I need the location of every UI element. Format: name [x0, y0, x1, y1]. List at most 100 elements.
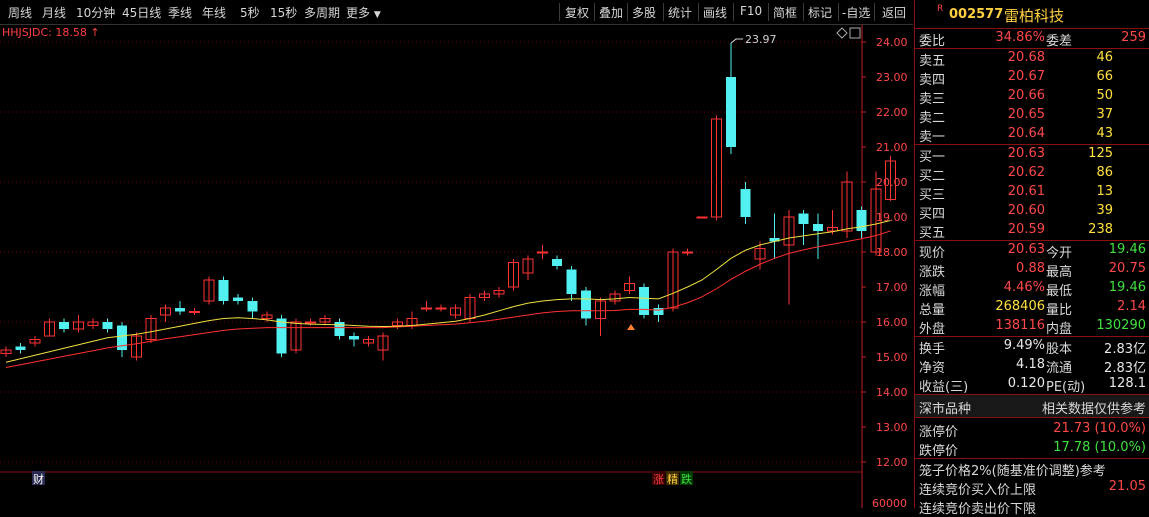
candle-down[interactable]	[581, 290, 591, 319]
limit-down-value: 17.78 (10.0%)	[1053, 440, 1146, 455]
candle-up[interactable]	[682, 251, 693, 254]
adjust-rights-button[interactable]: 复权	[565, 4, 589, 21]
sell-orders: 卖五 20.68 46 卖四 20.67 66 卖三 20.66 50 卖二 20.65 37 卖一 20…	[915, 49, 1149, 145]
indicator-label: HHJSJDC: 18.58 ↑	[2, 26, 100, 39]
candle-down[interactable]	[349, 336, 359, 340]
stat-value: 0.88	[1016, 261, 1045, 276]
candle-down[interactable]	[552, 259, 562, 266]
multi-stock-button[interactable]: 多股	[632, 4, 656, 21]
back-button[interactable]: 返回	[882, 4, 906, 21]
fund-label: 净资	[919, 361, 946, 376]
candle-up[interactable]	[537, 251, 548, 254]
event-cai-marker[interactable]: 财	[33, 472, 44, 486]
multi-period-button[interactable]: 多周期	[304, 4, 340, 21]
simple-frame-button[interactable]: 简框	[773, 4, 797, 21]
period-year[interactable]: 年线	[202, 4, 226, 21]
sell-row[interactable]: 卖三 20.66 50	[915, 87, 1149, 107]
watchlist-button[interactable]: -自选	[842, 4, 870, 21]
diamond-icon[interactable]	[836, 27, 848, 39]
period-monthly[interactable]: 月线	[42, 4, 66, 21]
stat-label: 总量	[919, 303, 946, 318]
stat-row: 现价 20.63 今开 19.46	[915, 241, 1149, 261]
candle-down[interactable]	[218, 280, 229, 301]
sell-row[interactable]: 卖五 20.68 46	[915, 49, 1149, 69]
candle-down[interactable]	[102, 322, 113, 329]
buy-row[interactable]: 买一 20.63 125	[915, 145, 1149, 165]
order-level-label: 卖一	[919, 130, 946, 145]
panel-toggle-icon[interactable]	[849, 27, 861, 39]
candle-up[interactable]	[435, 307, 447, 310]
stock-name[interactable]: 雷柏科技	[1004, 5, 1064, 26]
buy-row[interactable]: 买三 20.61 13	[915, 183, 1149, 203]
price-tick-label: 13.00	[876, 421, 908, 434]
period-15sec[interactable]: 15秒	[270, 4, 297, 21]
more-button[interactable]: 更多 ▼	[346, 4, 381, 21]
draw-line-button[interactable]: 画线	[703, 4, 727, 21]
kline-chart[interactable]: 24.00 23.00 22.00 21.00 20.00 19.00 18.00 17.00…	[0, 25, 913, 508]
buy-orders: 买一 20.63 125 买二 20.62 86 买三 20.61 13 买四 20.60 39 买五 2…	[915, 145, 1149, 241]
wc-value: 259	[1121, 30, 1146, 45]
price-tick-label: 17.00	[876, 281, 908, 294]
cont-sell-row: 连续竞价卖出价下限	[915, 497, 1149, 517]
candle-down[interactable]	[59, 322, 69, 329]
limit-down-label: 跌停价	[919, 444, 959, 459]
committee-ratio-row: 委比 34.86% 委差 259	[915, 29, 1149, 49]
buy-row[interactable]: 买四 20.60 39	[915, 202, 1149, 222]
candle-down[interactable]	[175, 308, 185, 312]
price-tick-label: 14.00	[876, 386, 908, 399]
period-45day[interactable]: 45日线	[122, 4, 161, 21]
cont-buy-row: 连续竞价买入价上限 21.05	[915, 478, 1149, 498]
statistics-button[interactable]: 统计	[668, 4, 692, 21]
stat-value: 130290	[1096, 318, 1146, 333]
candle-down[interactable]	[798, 213, 809, 225]
kline-canvas[interactable]: 24.0023.0022.0021.0020.0019.0018.0017.00…	[0, 25, 913, 508]
period-quarter[interactable]: 季线	[168, 4, 192, 21]
price-tick-label: 12.00	[876, 456, 908, 469]
toolbar-divider	[698, 3, 699, 21]
toolbar-divider	[559, 3, 560, 21]
candle-up[interactable]	[189, 311, 200, 313]
overlay-button[interactable]: 叠加	[599, 4, 623, 21]
f10-button[interactable]: F10	[740, 4, 762, 18]
candle-down[interactable]	[233, 297, 243, 302]
candle-down[interactable]	[334, 322, 345, 336]
stat-value: 4.46%	[1003, 280, 1045, 295]
mark-button[interactable]: 标记	[808, 4, 832, 21]
price-tick-label: 24.00	[876, 36, 908, 49]
candle-up[interactable]	[421, 307, 432, 310]
order-volume: 66	[1096, 69, 1113, 84]
event-zhang-marker[interactable]: 涨	[653, 473, 664, 486]
candle-down[interactable]	[566, 269, 577, 295]
fund-value: 9.49%	[1003, 338, 1045, 353]
candle-down[interactable]	[813, 224, 823, 231]
candle-down[interactable]	[15, 346, 26, 351]
period-5sec[interactable]: 5秒	[240, 4, 260, 21]
event-die-marker[interactable]: 跌	[681, 472, 692, 486]
order-level-label: 买三	[919, 188, 946, 203]
candle-down[interactable]	[247, 301, 258, 312]
candle-up[interactable]	[696, 216, 708, 219]
reference-note: 相关数据仅供参考	[1041, 402, 1146, 417]
candle-down[interactable]	[726, 77, 736, 147]
buy-row[interactable]: 买五 20.59 238	[915, 221, 1149, 241]
buy-row[interactable]: 买二 20.62 86	[915, 164, 1149, 184]
candle-down[interactable]	[740, 189, 751, 217]
period-10min[interactable]: 10分钟	[76, 4, 115, 21]
candle-up[interactable]	[305, 321, 316, 324]
price-tick-label: 22.00	[876, 106, 908, 119]
order-price: 20.67	[1007, 69, 1045, 84]
sell-row[interactable]: 卖四 20.67 66	[915, 68, 1149, 88]
candle-down[interactable]	[276, 318, 287, 354]
candle-down[interactable]	[856, 210, 867, 231]
stat-label: 量比	[1046, 303, 1073, 318]
event-jing-marker[interactable]: 精	[667, 473, 678, 486]
stock-code[interactable]: 002577	[949, 7, 1003, 22]
market-band: 深市品种 相关数据仅供参考	[915, 395, 1149, 418]
price-stats: 现价 20.63 今开 19.46 涨跌 0.88 最高 20.75 涨幅 4.46% 最低 19.4…	[915, 241, 1149, 337]
order-volume: 39	[1096, 203, 1113, 218]
sell-row[interactable]: 卖一 20.64 43	[915, 125, 1149, 145]
sell-row[interactable]: 卖二 20.65 37	[915, 106, 1149, 126]
period-weekly[interactable]: 周线	[8, 4, 32, 21]
order-volume: 46	[1096, 50, 1113, 65]
candle-down[interactable]	[639, 287, 649, 315]
